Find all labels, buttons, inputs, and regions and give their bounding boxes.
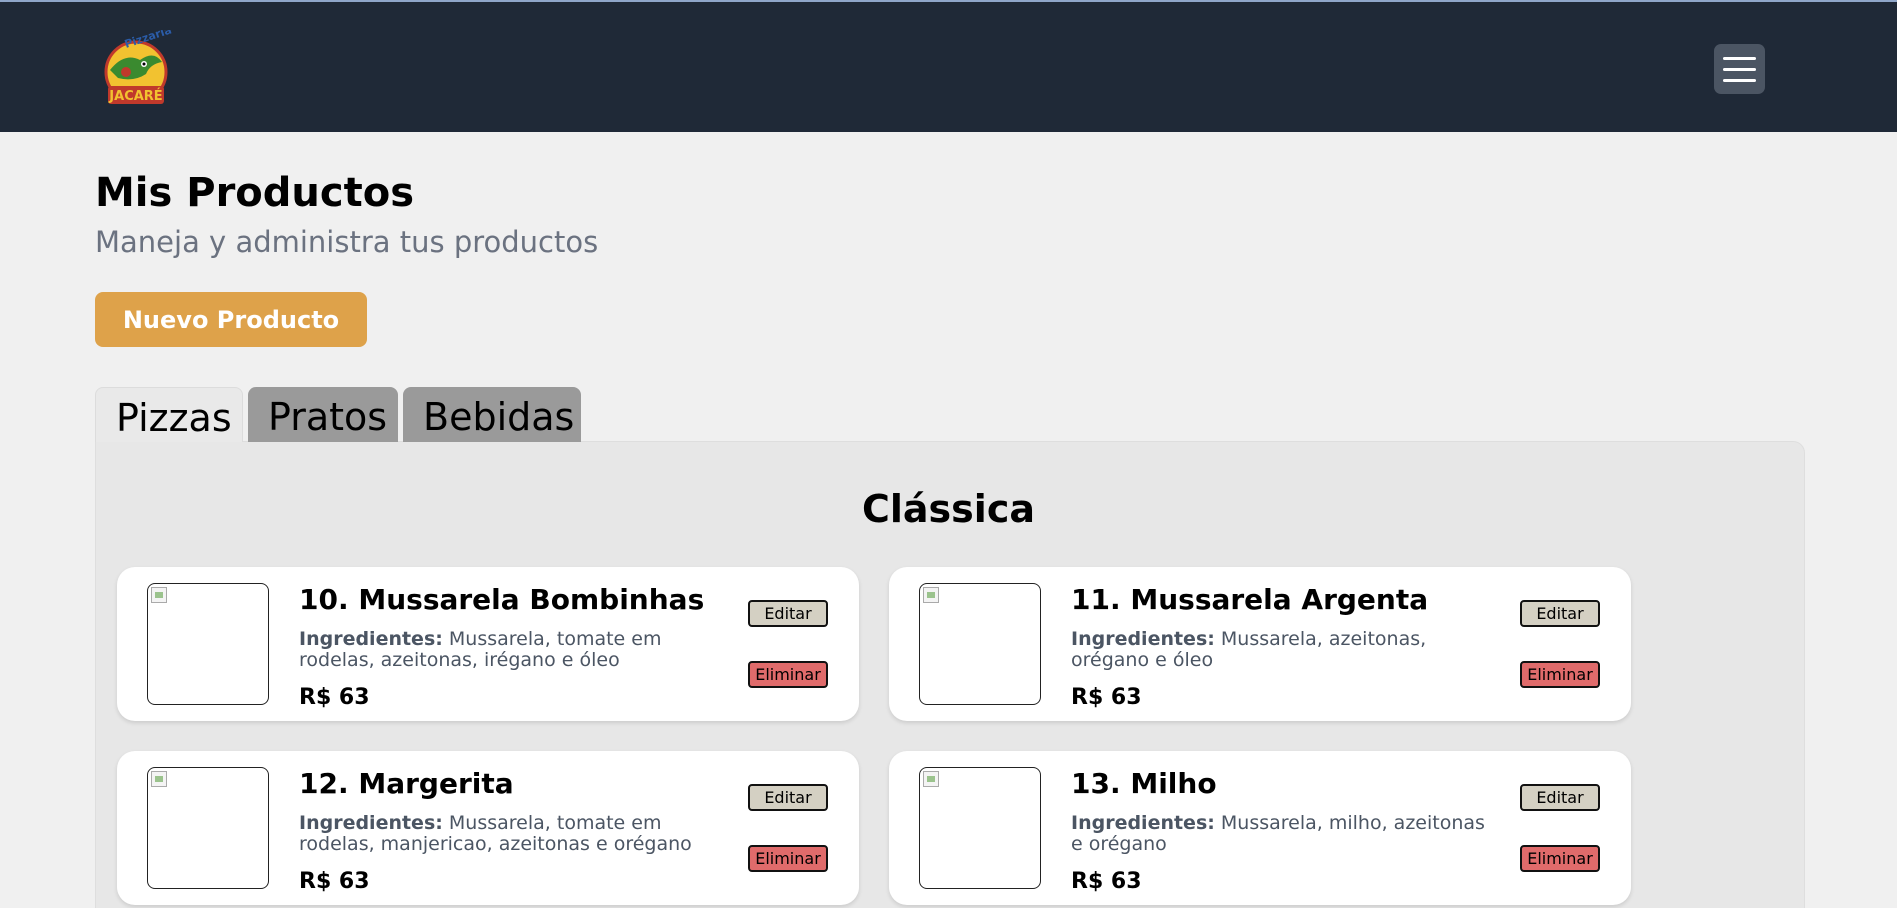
- product-ingredients: Ingredientes: Mussarela, tomate em rodel…: [299, 813, 719, 855]
- product-card: 10. Mussarela Bombinhas Ingredientes: Mu…: [117, 567, 859, 721]
- product-image: [919, 767, 1041, 889]
- product-price: R$ 63: [299, 685, 370, 710]
- menu-bar: [1723, 56, 1756, 60]
- product-ingredients: Ingredientes: Mussarela, milho, azeitona…: [1071, 813, 1491, 855]
- product-name: 11. Mussarela Argenta: [1071, 583, 1429, 616]
- product-card: 11. Mussarela Argenta Ingredientes: Muss…: [889, 567, 1631, 721]
- broken-image-icon: [923, 587, 939, 603]
- svg-text:JACARÉ: JACARÉ: [108, 88, 162, 104]
- section-title: Clássica: [862, 487, 1035, 531]
- delete-button[interactable]: Eliminar: [748, 845, 828, 872]
- broken-image-icon: [923, 771, 939, 787]
- pizzaria-jacare-logo[interactable]: Pizzaria JACARÉ: [96, 23, 176, 110]
- delete-button[interactable]: Eliminar: [748, 661, 828, 688]
- edit-button[interactable]: Editar: [1520, 600, 1600, 627]
- product-ingredients: Ingredientes: Mussarela, azeitonas, orég…: [1071, 629, 1491, 671]
- broken-image-icon: [151, 587, 167, 603]
- edit-button[interactable]: Editar: [748, 784, 828, 811]
- product-price: R$ 63: [1071, 685, 1142, 710]
- page-title: Mis Productos: [95, 170, 415, 216]
- product-ingredients: Ingredientes: Mussarela, tomate em rodel…: [299, 629, 719, 671]
- product-card: 13. Milho Ingredientes: Mussarela, milho…: [889, 751, 1631, 905]
- ingredients-label: Ingredientes:: [1071, 628, 1215, 650]
- tab-pratos[interactable]: Pratos: [248, 387, 398, 442]
- product-card: 12. Margerita Ingredientes: Mussarela, t…: [117, 751, 859, 905]
- product-name: 10. Mussarela Bombinhas: [299, 583, 705, 616]
- product-image: [147, 583, 269, 705]
- tab-pizzas[interactable]: Pizzas: [95, 387, 243, 442]
- ingredients-label: Ingredientes:: [299, 812, 443, 834]
- product-name: 13. Milho: [1071, 767, 1217, 800]
- product-image: [919, 583, 1041, 705]
- delete-button[interactable]: Eliminar: [1520, 845, 1600, 872]
- page-subtitle: Maneja y administra tus productos: [95, 225, 599, 259]
- hamburger-menu-button[interactable]: [1714, 44, 1765, 94]
- ingredients-label: Ingredientes:: [299, 628, 443, 650]
- edit-button[interactable]: Editar: [748, 600, 828, 627]
- menu-bar: [1723, 78, 1756, 82]
- new-product-button[interactable]: Nuevo Producto: [95, 292, 367, 347]
- product-price: R$ 63: [299, 869, 370, 894]
- edit-button[interactable]: Editar: [1520, 784, 1600, 811]
- tab-bebidas[interactable]: Bebidas: [403, 387, 581, 442]
- product-name: 12. Margerita: [299, 767, 514, 800]
- product-price: R$ 63: [1071, 869, 1142, 894]
- broken-image-icon: [151, 771, 167, 787]
- menu-bar: [1723, 67, 1756, 71]
- delete-button[interactable]: Eliminar: [1520, 661, 1600, 688]
- navbar: Pizzaria JACARÉ: [0, 2, 1897, 132]
- ingredients-label: Ingredientes:: [1071, 812, 1215, 834]
- product-image: [147, 767, 269, 889]
